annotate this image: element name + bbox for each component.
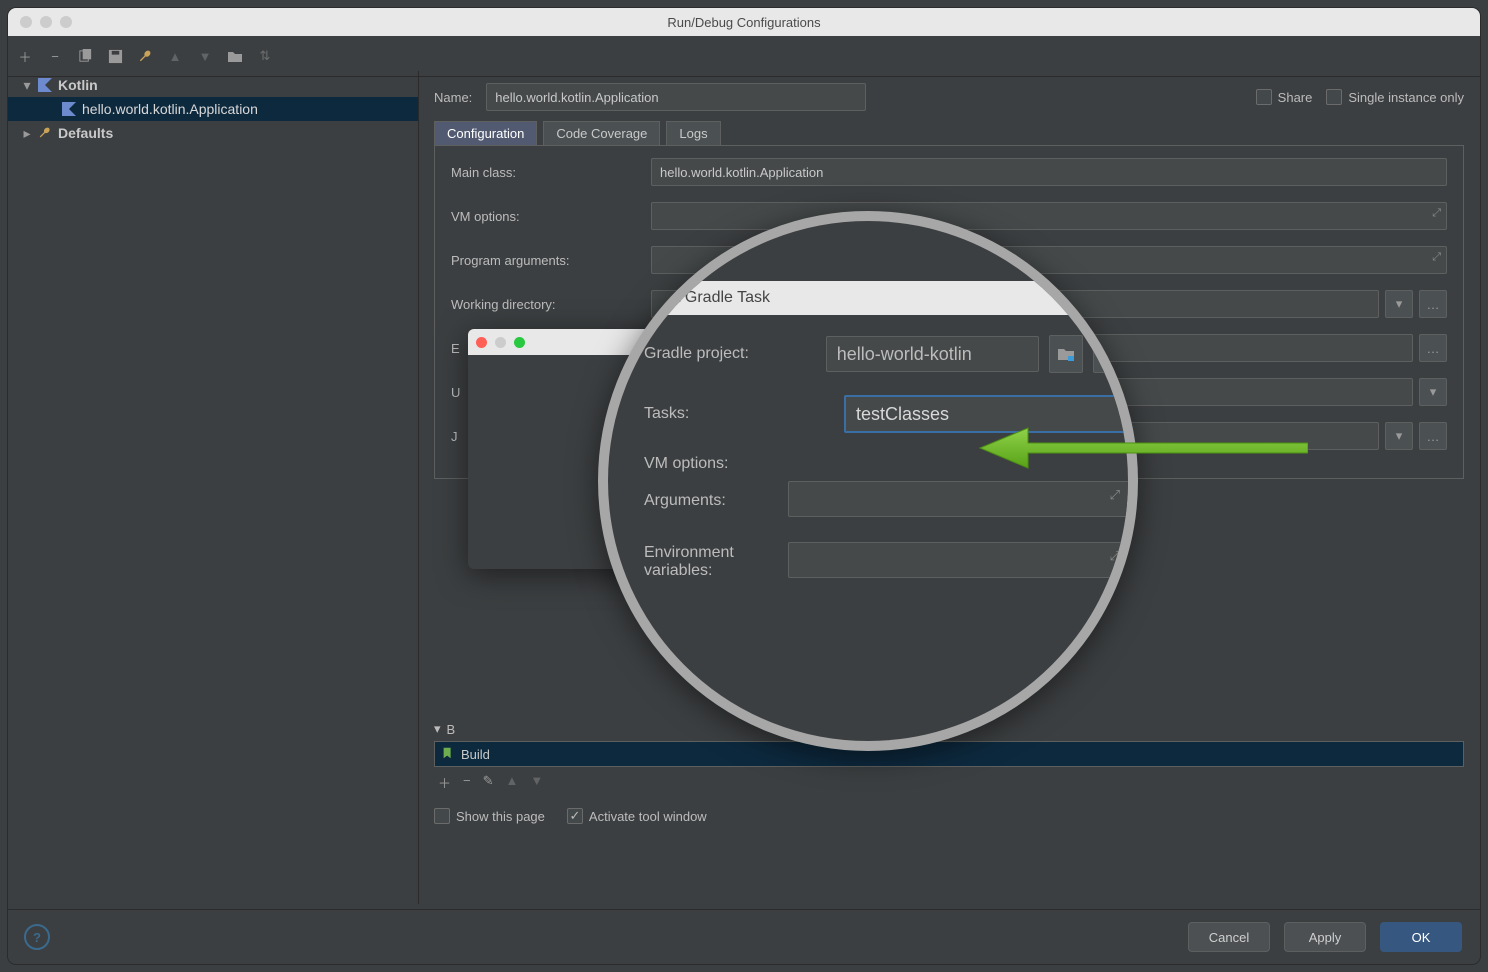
show-page-checkbox[interactable]: Show this page [434,808,545,824]
before-launch-task-label: Build [461,747,490,762]
build-task-icon [441,746,455,763]
config-tabs: Configuration Code Coverage Logs [434,121,1464,145]
main-class-label: Main class: [451,165,651,180]
move-up-icon[interactable]: ▲ [166,47,184,65]
cancel-button[interactable]: Cancel [1188,922,1270,952]
tree-node-kotlin[interactable]: ▾ Kotlin [8,73,418,97]
tree-node-defaults[interactable]: ▸ Defaults [8,121,418,145]
before-launch-task[interactable]: Build [435,742,1463,766]
run-config-tree: ▾ Kotlin hello.world.kotlin.Application … [8,71,419,904]
project-picker-icon[interactable] [1049,335,1084,373]
chevron-down-icon: ▾ [18,77,36,94]
magnified-title-suffix: ct Gradle Task [668,289,770,307]
window-titlebar: Run/Debug Configurations [8,8,1480,37]
chevron-right-icon: ▸ [18,125,36,142]
single-instance-label: Single instance only [1348,90,1464,105]
show-page-label: Show this page [456,809,545,824]
window-title: Run/Debug Configurations [8,15,1480,30]
chevron-down-icon[interactable]: ▾ [434,721,441,737]
tab-configuration[interactable]: Configuration [434,121,537,145]
mag-env-input[interactable] [788,542,1130,578]
copy-icon[interactable] [76,47,94,65]
before-launch-label-truncated: B [447,722,456,737]
gradle-project-field[interactable]: hello-world-kotlin [826,336,1039,372]
expand-icon[interactable]: ⤢ [1110,548,1120,564]
browse-icon[interactable]: … [1419,290,1447,318]
move-down-icon[interactable]: ▼ [196,47,214,65]
traffic-zoom[interactable] [514,337,525,348]
browse-icon[interactable]: … [1419,334,1447,362]
mag-vm-options-label: VM options: [644,455,844,473]
name-input[interactable] [486,83,866,111]
browse-icon[interactable]: … [1093,335,1128,373]
gradle-project-label: Gradle project: [644,345,826,363]
traffic-minimize[interactable] [495,337,506,348]
browse-icon[interactable]: … [1419,422,1447,450]
sort-icon[interactable]: ⇅ [256,47,274,65]
magnifier-zoom: ct Gradle Task Gradle project: hello-wor… [598,211,1138,751]
kotlin-icon [60,100,78,118]
expand-icon[interactable]: ⤢ [1432,251,1441,264]
save-icon[interactable] [106,47,124,65]
remove-icon[interactable]: − [463,773,471,792]
move-up-icon[interactable]: ▲ [506,773,519,792]
mag-arguments-label: Arguments: [644,492,788,510]
single-instance-checkbox[interactable]: Single instance only [1326,89,1464,105]
dropdown-icon[interactable]: ▾ [1385,422,1413,450]
share-label: Share [1278,90,1313,105]
mag-env-label: Environment variables: [644,544,788,580]
edit-icon[interactable]: ✎ [483,773,494,792]
share-checkbox[interactable]: Share [1256,89,1313,105]
name-label: Name: [434,90,472,105]
activate-tool-window-checkbox[interactable]: ✓ Activate tool window [567,808,707,824]
folder-icon[interactable] [226,47,244,65]
expand-icon[interactable]: ⤢ [1432,207,1441,220]
mag-arguments-input[interactable] [788,481,1130,517]
check-icon: ✓ [567,808,583,824]
tree-node-config[interactable]: hello.world.kotlin.Application [8,97,418,121]
before-launch-toolbar: ＋ − ✎ ▲ ▼ [434,767,1464,798]
kotlin-icon [36,76,54,94]
activate-label: Activate tool window [589,809,707,824]
remove-icon[interactable]: − [46,47,64,65]
before-launch-list: Build [434,741,1464,767]
vm-options-input[interactable] [651,202,1447,230]
apply-button[interactable]: Apply [1284,922,1366,952]
magnified-titlebar: ct Gradle Task [608,281,1128,315]
tree-node-label: Defaults [58,125,113,141]
wrench-icon [36,124,54,142]
tasks-value: testClasses [856,404,949,425]
expand-icon[interactable]: ⤢ [1110,487,1120,503]
tasks-label: Tasks: [644,405,844,423]
tree-node-label: Kotlin [58,77,98,93]
dropdown-icon[interactable]: ▾ [1385,290,1413,318]
traffic-close[interactable] [476,337,487,348]
tab-coverage[interactable]: Code Coverage [543,121,660,145]
main-class-input[interactable] [651,158,1447,186]
help-icon[interactable]: ? [24,924,50,950]
ok-button[interactable]: OK [1380,922,1462,952]
add-icon[interactable]: ＋ [438,773,451,792]
annotation-arrow [978,426,1308,470]
tab-logs[interactable]: Logs [666,121,720,145]
dropdown-icon[interactable]: ▾ [1419,378,1447,406]
move-down-icon[interactable]: ▼ [530,773,543,792]
gradle-project-value: hello-world-kotlin [837,344,972,365]
dialog-footer: Cancel Apply OK [8,909,1480,964]
wrench-icon[interactable] [136,47,154,65]
tree-node-label: hello.world.kotlin.Application [82,101,258,117]
add-icon[interactable]: ＋ [16,47,34,65]
program-args-label: Program arguments: [451,253,651,268]
vm-options-label: VM options: [451,209,651,224]
